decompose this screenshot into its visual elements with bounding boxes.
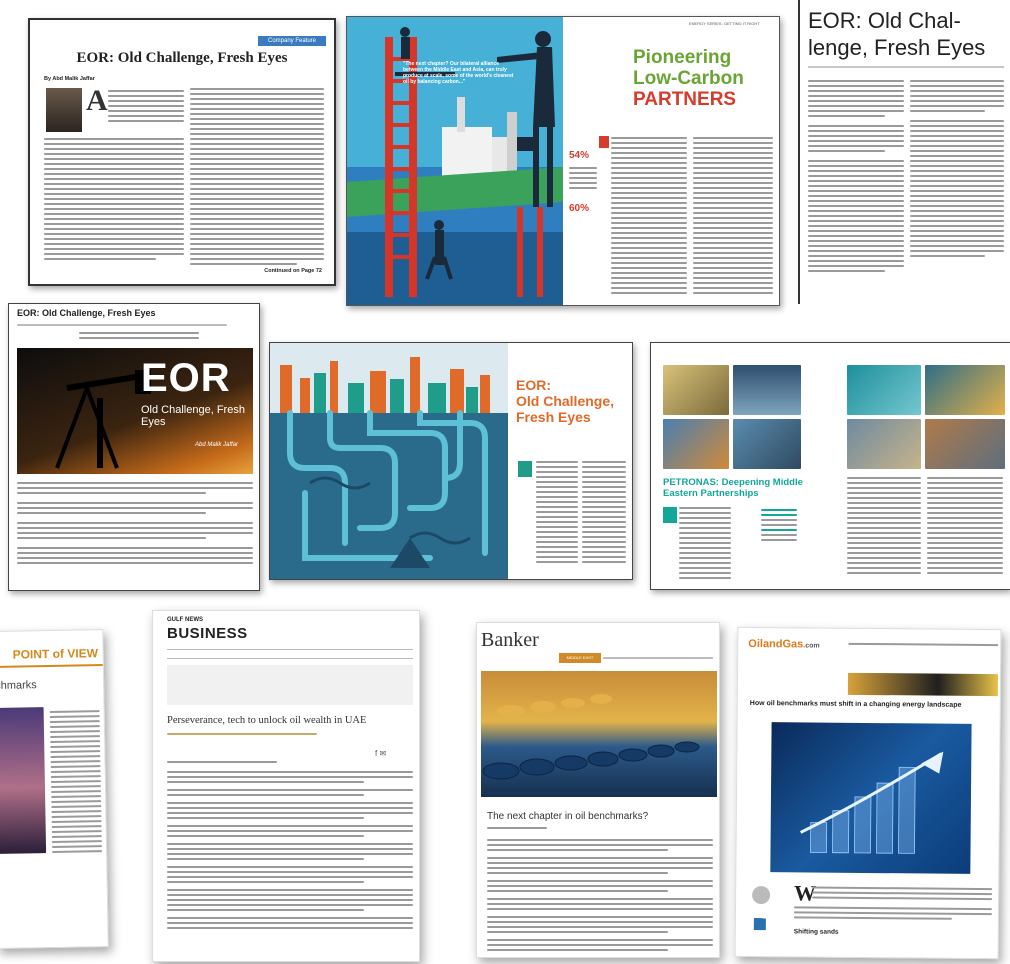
ad-placeholder xyxy=(167,665,413,705)
hero-author: Abd Malik Jaffar xyxy=(195,442,239,448)
title-old-challenge: Old Challenge, xyxy=(516,393,615,409)
clipping-newspaper-eor: Company Feature EOR: Old Challenge, Fres… xyxy=(28,18,336,286)
photo-offshore xyxy=(663,419,729,469)
subhead: Shifting sands xyxy=(793,928,839,936)
author-photo xyxy=(46,88,82,132)
drop-cap-block xyxy=(599,136,609,148)
clipping-point-of-view: POINT of VIEW chmarks xyxy=(0,629,109,949)
title-petronas-2: Eastern Partnerships xyxy=(663,488,759,499)
headline-line2: lenge, Fresh Eyes xyxy=(808,35,986,60)
site-logo[interactable]: OilandGas.com xyxy=(748,638,819,651)
continued-note: Continued on Page 72 xyxy=(264,268,322,274)
drop-cap-block xyxy=(663,507,677,523)
clipping-oilandgas: OilandGas.com How oil benchmarks must sh… xyxy=(734,626,1002,960)
active-tab[interactable]: MIDDLE EAST xyxy=(559,653,601,663)
photo-facility xyxy=(925,419,1005,469)
barrels-icon xyxy=(482,694,700,780)
headline: EOR: Old Challenge, Fresh Eyes xyxy=(76,50,288,66)
drop-cap-block xyxy=(518,461,532,477)
section-kicker: ENERGY SERIES: GETTING IT RIGHT xyxy=(689,21,760,26)
clipping-pioneering-spread: "The next chapter? Our bilateral allianc… xyxy=(346,16,780,306)
photo-platform-sunset xyxy=(733,365,801,415)
hero-image: EOR Old Challenge, Fresh Eyes Abd Malik … xyxy=(17,348,253,474)
author-avatar xyxy=(752,885,771,905)
masthead: Banker xyxy=(481,629,539,651)
drop-cap: A xyxy=(86,84,108,117)
title-partners: PARTNERS xyxy=(633,89,737,110)
pov-header: POINT of VIEW xyxy=(12,646,99,662)
byline: By Abd Malik Jaffar xyxy=(44,76,95,82)
title-eor: EOR: xyxy=(516,377,551,393)
hero-barrels xyxy=(481,671,717,797)
headline: Perseverance, tech to unlock oil wealth … xyxy=(167,715,367,726)
stat-60: 60% xyxy=(569,203,590,214)
hero-subtitle: Old Challenge, Fresh Eyes xyxy=(141,404,245,428)
clipping-petronas-spread: PETRONAS: Deepening Middle Eastern Partn… xyxy=(650,342,1010,590)
headline: EOR: Old Challenge, Fresh Eyes xyxy=(17,308,156,318)
title-pioneering: Pioneering xyxy=(633,47,732,68)
photo-refinery xyxy=(847,419,921,469)
hero-eor-title: EOR xyxy=(141,356,231,400)
illustration-refinery-pipes xyxy=(270,343,508,579)
masthead-small: GULF NEWS xyxy=(167,617,203,623)
clipping-blog-eor: EOR: Old Challenge, Fresh Eyes EOR Old C… xyxy=(8,303,260,591)
stat-54: 54% xyxy=(569,150,590,161)
chart-arrow-icon xyxy=(799,751,944,854)
photo-worker xyxy=(663,365,729,415)
headline: How oil benchmarks must shift in a chang… xyxy=(749,699,962,709)
share-linkedin[interactable] xyxy=(753,918,766,931)
title-petronas: PETRONAS: Deepening Middle xyxy=(663,477,803,488)
headline: The next chapter in oil benchmarks? xyxy=(487,811,649,822)
photo-ship xyxy=(847,365,921,415)
banner-ad[interactable] xyxy=(847,672,999,697)
photo-plant xyxy=(733,419,801,469)
pov-sub: chmarks xyxy=(0,679,37,692)
hero-chart-hand xyxy=(770,722,972,874)
pull-quote: "The next chapter? Our bilateral allianc… xyxy=(403,61,514,85)
title-fresh-eyes: Fresh Eyes xyxy=(516,409,591,425)
nav-bar[interactable] xyxy=(167,649,413,659)
share-icons[interactable]: f ✉ xyxy=(375,749,386,758)
masthead: BUSINESS xyxy=(167,625,248,642)
photo-derrick xyxy=(0,707,47,854)
clipping-the-banker: Banker MIDDLE EAST The next chapter in o… xyxy=(476,622,720,958)
clipping-gulf-news: GULF NEWS BUSINESS Perseverance, tech to… xyxy=(152,610,420,962)
clipping-web-eor: EOR: Old Chal- lenge, Fresh Eyes xyxy=(798,0,1010,304)
section-tag: Company Feature xyxy=(258,36,326,46)
photo-engineers xyxy=(925,365,1005,415)
clipping-eor-illustration: EOR: Old Challenge, Fresh Eyes xyxy=(269,342,633,580)
headline-line1: EOR: Old Chal- xyxy=(808,8,961,33)
title-low-carbon: Low-Carbon xyxy=(633,68,744,89)
